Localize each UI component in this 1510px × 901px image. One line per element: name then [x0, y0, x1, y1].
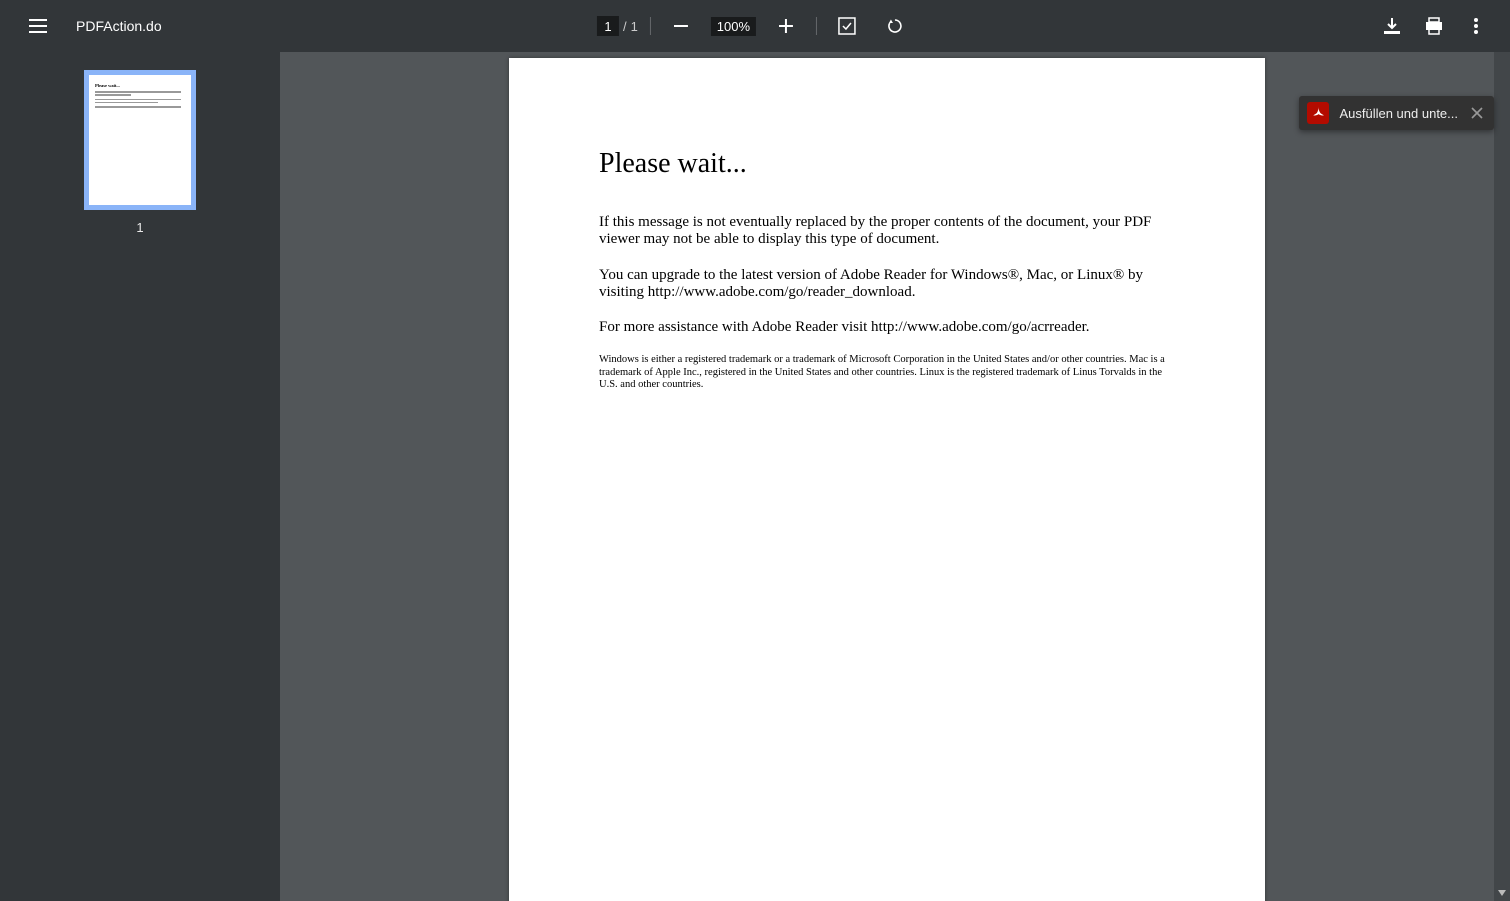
menu-button[interactable]: [20, 8, 56, 44]
pdf-page: Please wait... If this message is not ev…: [509, 58, 1265, 901]
document-title: PDFAction.do: [76, 18, 162, 34]
download-button[interactable]: [1374, 8, 1410, 44]
zoom-in-button[interactable]: [768, 8, 804, 44]
rotate-button[interactable]: [877, 8, 913, 44]
scrollbar-down-button[interactable]: [1494, 885, 1510, 901]
pdf-toolbar: PDFAction.do / 1 100%: [0, 0, 1510, 52]
fit-page-button[interactable]: [829, 8, 865, 44]
zoom-level: 100%: [711, 17, 756, 36]
acrobat-glyph-icon: [1311, 106, 1325, 120]
toolbar-separator: [816, 17, 817, 35]
toolbar-separator: [650, 17, 651, 35]
thumbnail-sidebar: Please wait... 1: [0, 52, 280, 901]
toolbar-right: [1374, 8, 1510, 44]
page-heading: Please wait...: [599, 148, 1175, 180]
close-icon: [1471, 107, 1483, 119]
thumbnail-label: 1: [136, 220, 143, 235]
thumbnail-heading: Please wait...: [95, 83, 185, 88]
page-paragraph: You can upgrade to the latest version of…: [599, 267, 1175, 302]
page-total: 1: [631, 19, 638, 34]
adobe-banner: Ausfüllen und unte...: [1299, 96, 1494, 130]
zoom-out-button[interactable]: [663, 8, 699, 44]
adobe-acrobat-icon: [1307, 102, 1329, 124]
page-paragraph: For more assistance with Adobe Reader vi…: [599, 319, 1175, 336]
plus-icon: [779, 19, 793, 33]
banner-text: Ausfüllen und unte...: [1339, 106, 1458, 121]
page-paragraph: If this message is not eventually replac…: [599, 214, 1175, 249]
toolbar-center: / 1 100%: [597, 8, 913, 44]
page-separator: /: [623, 19, 627, 34]
page-number-input[interactable]: [597, 16, 619, 36]
scrollbar-thumb[interactable]: [1494, 52, 1510, 885]
download-icon: [1384, 17, 1400, 35]
more-vertical-icon: [1474, 18, 1478, 34]
minus-icon: [674, 25, 688, 27]
vertical-scrollbar[interactable]: [1494, 52, 1510, 901]
fit-page-icon: [838, 17, 856, 35]
page-thumbnail[interactable]: Please wait...: [84, 70, 196, 210]
print-icon: [1425, 17, 1443, 35]
chevron-down-icon: [1498, 890, 1506, 896]
more-button[interactable]: [1458, 8, 1494, 44]
print-button[interactable]: [1416, 8, 1452, 44]
banner-close-button[interactable]: [1468, 104, 1486, 122]
toolbar-left: PDFAction.do: [0, 8, 162, 44]
content-area: Please wait... 1 Please wait... If this …: [0, 52, 1510, 901]
rotate-icon: [886, 17, 904, 35]
page-viewer[interactable]: Please wait... If this message is not ev…: [280, 52, 1494, 901]
page-indicator: / 1: [597, 16, 638, 36]
page-footnote: Windows is either a registered trademark…: [599, 354, 1175, 392]
hamburger-icon: [29, 19, 47, 33]
